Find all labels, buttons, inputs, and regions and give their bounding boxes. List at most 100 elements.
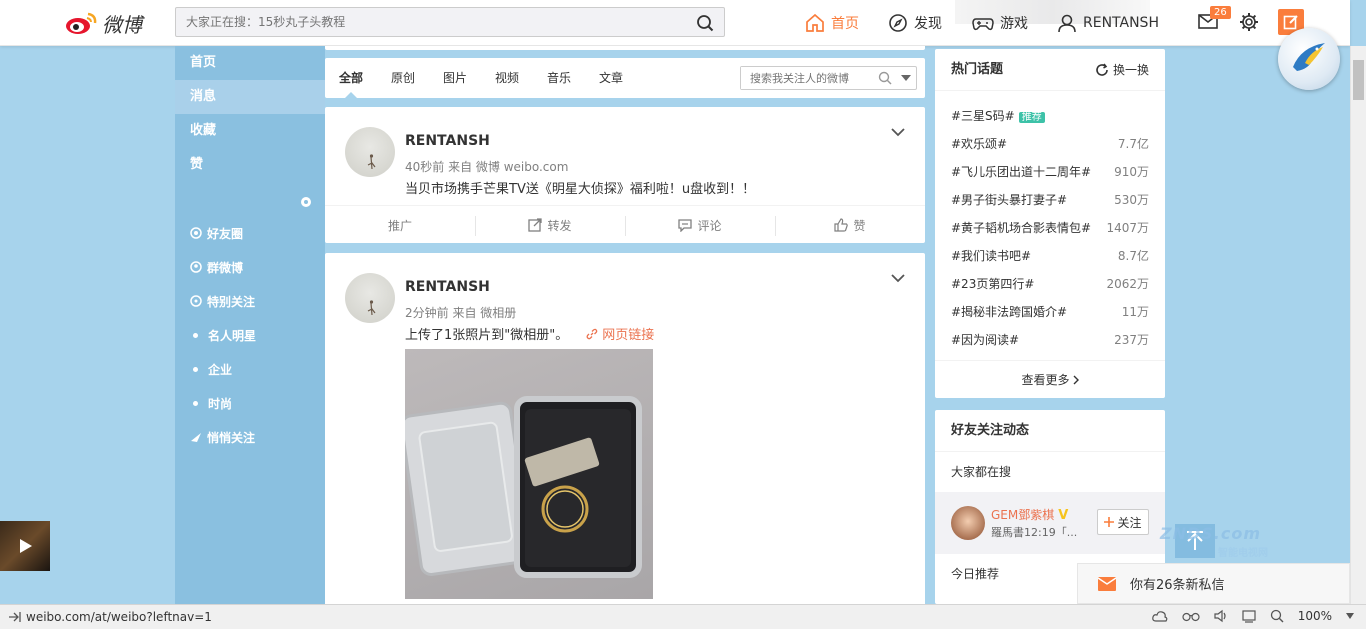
user-name-link[interactable]: GEM鄧紫棋 V: [991, 506, 1068, 523]
new-message-notification[interactable]: 你有26条新私信: [1077, 563, 1350, 604]
sidebar-item-quiet-follow[interactable]: 悄悄关注: [175, 420, 325, 454]
tab-music[interactable]: 音乐: [547, 58, 571, 98]
sidebar-item-label: 时尚: [208, 396, 233, 411]
chevron-down-icon[interactable]: [891, 273, 905, 283]
view-more-link[interactable]: 查看更多: [935, 360, 1165, 398]
feed-search-box[interactable]: [740, 66, 917, 90]
repost-button[interactable]: 转发: [475, 206, 625, 244]
sidebar-item-special-follow[interactable]: 特别关注: [175, 284, 325, 318]
sidebar-item-label: 好友圈: [207, 226, 244, 241]
weibo-logo[interactable]: 微博: [64, 8, 142, 38]
chevron-down-icon[interactable]: [1346, 613, 1354, 619]
feed-post: RENTANSH 40秒前 来自 微博 weibo.com 当贝市场携手芒果TV…: [325, 107, 925, 243]
promote-button[interactable]: 推广: [325, 206, 475, 244]
hot-topics-title: 热门话题: [951, 62, 1004, 77]
mini-video-player[interactable]: [0, 521, 50, 571]
sidebar-item-likes[interactable]: 赞: [175, 148, 325, 182]
dropdown-arrow-icon[interactable]: [901, 75, 911, 81]
topic-row[interactable]: #23页第四行# 2062万: [935, 269, 1165, 297]
avatar[interactable]: [345, 127, 395, 177]
feed-post: RENTANSH 2分钟前 来自 微相册 上传了1张照片到"微相册"。 网页链接: [325, 253, 925, 608]
post-meta[interactable]: 2分钟前 来自 微相册: [405, 304, 516, 321]
topic-row[interactable]: #揭秘非法跨国婚介# 11万: [935, 297, 1165, 325]
bullet-dot-icon: [193, 366, 198, 372]
sidebar-main-menu: 首页 消息 收藏 赞: [175, 46, 325, 182]
feed-search-input[interactable]: [741, 67, 871, 89]
tab-original[interactable]: 原创: [391, 58, 415, 98]
tab-pictures[interactable]: 图片: [443, 58, 467, 98]
nav-game-label: 游戏: [1000, 16, 1028, 32]
link-icon: [586, 328, 598, 340]
topic-count: 910万: [1114, 164, 1149, 179]
post-username[interactable]: RENTANSH: [405, 133, 490, 149]
floating-bird-widget[interactable]: [1278, 28, 1340, 90]
tab-video[interactable]: 视频: [495, 58, 519, 98]
sidebar-item-group-weibo[interactable]: 群微博: [175, 250, 325, 284]
speaker-icon[interactable]: [1214, 609, 1228, 623]
topic-row[interactable]: #三星S码# 推荐: [935, 101, 1165, 129]
topic-name: #因为阅读#: [951, 332, 1020, 347]
sidebar-item-celebrities[interactable]: 名人明星: [175, 318, 325, 352]
sidebar-settings-icon[interactable]: [299, 195, 313, 209]
web-link[interactable]: 网页链接: [586, 328, 654, 343]
comment-button[interactable]: 评论: [625, 206, 775, 244]
messages-button[interactable]: 26: [1198, 6, 1231, 33]
follow-button[interactable]: 关注: [1097, 509, 1149, 535]
search-icon[interactable]: [878, 71, 892, 85]
home-icon: [806, 13, 824, 32]
post-text: 当贝市场携手芒果TV送《明星大侦探》福利啦！u盘收到！！: [405, 182, 756, 197]
topic-row[interactable]: #飞儿乐团出道十二周年# 910万: [935, 157, 1165, 185]
play-icon: [20, 539, 32, 553]
like-button[interactable]: 赞: [775, 206, 925, 244]
zoom-icon[interactable]: [1270, 609, 1284, 623]
zoom-level[interactable]: 100%: [1298, 609, 1332, 623]
browser-status-bar: weibo.com/at/weibo?leftnav=1 100%: [0, 604, 1366, 629]
topic-row[interactable]: #黄子韬机场合影表情包# 1407万: [935, 213, 1165, 241]
nav-user-profile[interactable]: RENTANSH: [1057, 0, 1159, 46]
thumbs-up-icon: [834, 218, 849, 232]
search-icon[interactable]: [696, 14, 714, 32]
nav-discover-label: 发现: [914, 16, 942, 32]
page-scrollbar[interactable]: [1350, 46, 1366, 604]
avatar[interactable]: [951, 506, 985, 540]
sidebar-item-favorites[interactable]: 收藏: [175, 114, 325, 148]
tab-articles[interactable]: 文章: [599, 58, 623, 98]
sidebar-item-home[interactable]: 首页: [175, 46, 325, 80]
window-icon[interactable]: [1242, 609, 1256, 623]
sidebar-item-friends-circle[interactable]: 好友圈: [175, 216, 325, 250]
mail-icon: [1098, 576, 1116, 591]
post-photo[interactable]: [405, 349, 653, 599]
settings-button[interactable]: [1239, 12, 1259, 35]
user-name: GEM鄧紫棋: [991, 508, 1055, 522]
post-text-body: 上传了1张照片到"微相册"。: [405, 328, 569, 343]
comment-label: 评论: [697, 218, 722, 233]
post-meta[interactable]: 40秒前 来自 微博 weibo.com: [405, 158, 568, 175]
recommended-user: GEM鄧紫棋 V 羅馬書12:19「... 关注: [935, 492, 1165, 554]
topic-row[interactable]: #我们读书吧# 8.7亿: [935, 241, 1165, 269]
circle-icon: [190, 227, 202, 239]
topic-row[interactable]: #男子街头暴打妻子# 530万: [935, 185, 1165, 213]
glasses-icon[interactable]: [1182, 610, 1200, 622]
gear-icon: [1240, 13, 1258, 31]
avatar[interactable]: [345, 273, 395, 323]
hot-topics-panel: 热门话题 换一换 #三星S码# 推荐 #欢乐颂# 7.7亿 #飞儿乐团出道十二周年#…: [935, 49, 1165, 398]
avatar-figure-icon: [367, 300, 376, 316]
sidebar-item-enterprise[interactable]: 企业: [175, 352, 325, 386]
topic-row[interactable]: #欢乐颂# 7.7亿: [935, 129, 1165, 157]
nav-discover[interactable]: 发现: [888, 0, 942, 46]
topic-row[interactable]: #因为阅读# 237万: [935, 325, 1165, 353]
nav-game[interactable]: 游戏: [972, 0, 1028, 46]
scrollbar-thumb[interactable]: [1353, 60, 1364, 100]
sidebar-item-label: 特别关注: [207, 294, 256, 309]
sidebar-item-fashion[interactable]: 时尚: [175, 386, 325, 420]
nav-home[interactable]: 首页: [805, 0, 859, 46]
global-search-box[interactable]: [175, 7, 725, 37]
compass-icon: [889, 14, 907, 32]
refresh-button[interactable]: 换一换: [1095, 49, 1149, 91]
chevron-down-icon[interactable]: [891, 127, 905, 137]
cloud-icon[interactable]: [1151, 609, 1168, 623]
global-search-input[interactable]: [176, 8, 676, 36]
user-icon: [1058, 14, 1076, 33]
post-username[interactable]: RENTANSH: [405, 279, 490, 295]
sidebar-item-messages[interactable]: 消息: [175, 80, 325, 114]
